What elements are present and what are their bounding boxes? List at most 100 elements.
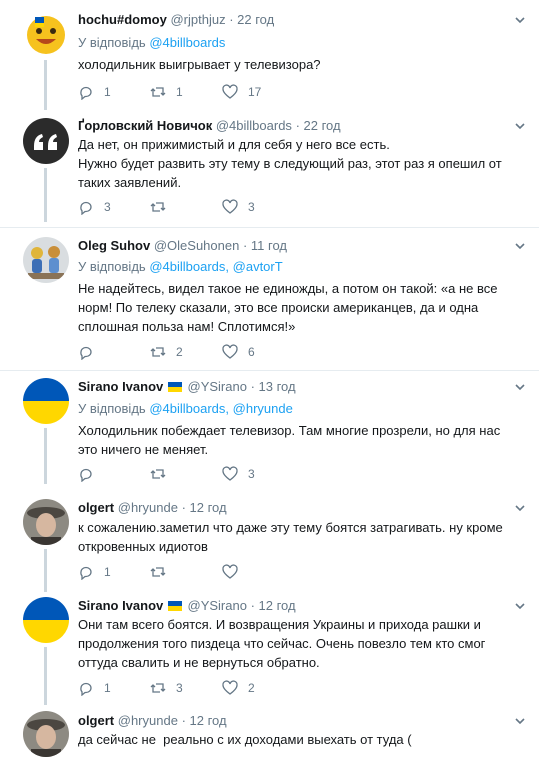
ukraine-flag-icon [167, 382, 182, 392]
retweet-button[interactable]: 1 [150, 84, 183, 100]
reply-count: 1 [104, 565, 111, 579]
reply-count: 3 [104, 200, 111, 214]
author-name[interactable]: Sirano Ivanov [78, 598, 163, 613]
avatar[interactable] [23, 11, 69, 57]
thread-line [44, 428, 47, 484]
timestamp[interactable]: · 22 год [296, 118, 341, 133]
retweet-count: 1 [176, 85, 183, 99]
like-button[interactable]: 17 [222, 84, 261, 100]
avatar[interactable] [23, 118, 69, 164]
author-handle[interactable]: @YSirano [188, 379, 247, 394]
tweet-text: да сейчас не реально с их доходами выеха… [78, 732, 412, 747]
divider [0, 370, 539, 371]
like-count: 17 [248, 85, 262, 99]
mention-link[interactable]: @avtorT [233, 259, 283, 274]
author-name[interactable]: hochu#domoy [78, 12, 167, 27]
chevron-down-icon[interactable] [514, 502, 526, 514]
reply-button[interactable] [78, 466, 104, 482]
mention-link[interactable]: @4billboards [149, 35, 225, 50]
tweet-header: Sirano Ivanov @YSirano · 13 год [78, 379, 296, 394]
chevron-down-icon[interactable] [514, 715, 526, 727]
avatar[interactable] [23, 378, 69, 424]
author-handle[interactable]: @OleSuhonen [154, 238, 239, 253]
timestamp[interactable]: · 12 год [182, 500, 227, 515]
author-handle[interactable]: @4billboards [216, 118, 292, 133]
reply-icon [80, 566, 92, 580]
chevron-down-icon[interactable] [514, 600, 526, 612]
like-count: 2 [248, 681, 255, 695]
chevron-down-icon[interactable] [514, 381, 526, 393]
heart-icon [222, 344, 238, 359]
tweet-text: к сожалению.заметил что даже эту тему бо… [78, 520, 503, 554]
reply-icon [80, 682, 92, 696]
tweet-header: Ґорловский Новичок @4billboards · 22 год [78, 118, 341, 133]
mention-link[interactable]: @4billboards [149, 401, 225, 416]
divider [0, 227, 539, 228]
chevron-down-icon[interactable] [514, 240, 526, 252]
timestamp[interactable]: · 12 год [251, 598, 296, 613]
timestamp[interactable]: · 11 год [243, 238, 287, 253]
avatar[interactable] [23, 597, 69, 643]
avatar[interactable] [23, 237, 69, 283]
timestamp[interactable]: · 13 год [251, 379, 296, 394]
avatar[interactable] [23, 499, 69, 545]
author-handle[interactable]: @YSirano [188, 598, 247, 613]
tweet-text: холодильник выигрывает у телевизора? [78, 57, 321, 72]
retweet-icon [150, 202, 166, 212]
like-button[interactable]: 3 [222, 199, 255, 215]
author-handle[interactable]: @hryunde [118, 500, 178, 515]
thread-line [44, 647, 47, 705]
like-button[interactable]: 6 [222, 344, 255, 360]
like-button[interactable] [222, 564, 248, 580]
timestamp[interactable]: · 22 год [229, 12, 274, 27]
retweet-button[interactable]: 2 [150, 344, 183, 360]
retweet-button[interactable] [150, 199, 176, 215]
like-button[interactable]: 2 [222, 680, 255, 696]
reply-count: 1 [104, 681, 111, 695]
reply-icon [80, 201, 92, 215]
reply-context: У відповідь @4billboards [78, 35, 225, 50]
chevron-down-icon[interactable] [514, 120, 526, 132]
author-name[interactable]: olgert [78, 500, 114, 515]
retweet-button[interactable] [150, 564, 176, 580]
tweet-header: olgert @hryunde · 12 год [78, 713, 227, 728]
reply-button[interactable]: 1 [78, 84, 111, 100]
timestamp[interactable]: · 12 год [182, 713, 227, 728]
tweet-text: Холодильник побеждает телевизор. Там мно… [78, 423, 501, 457]
heart-icon [222, 564, 238, 579]
like-button[interactable]: 3 [222, 466, 255, 482]
reply-context: У відповідь @4billboards, @hryunde [78, 401, 293, 416]
author-name[interactable]: Oleg Suhov [78, 238, 150, 253]
mention-link[interactable]: @hryunde [233, 401, 293, 416]
reply-context: У відповідь @4billboards, @avtorT [78, 259, 283, 274]
chevron-down-icon[interactable] [514, 14, 526, 26]
avatar[interactable] [23, 711, 69, 757]
retweet-icon [150, 87, 166, 97]
retweet-icon [150, 347, 166, 357]
author-handle[interactable]: @rjpthjuz [170, 12, 225, 27]
heart-icon [222, 466, 238, 481]
reply-button[interactable]: 1 [78, 564, 111, 580]
tweet-header: Oleg Suhov @OleSuhonen · 11 год [78, 238, 287, 253]
author-name[interactable]: olgert [78, 713, 114, 728]
reply-button[interactable] [78, 344, 104, 360]
retweet-icon [150, 567, 166, 577]
retweet-icon [150, 469, 166, 479]
retweet-button[interactable]: 3 [150, 680, 183, 696]
author-name[interactable]: Ґорловский Новичок [78, 118, 212, 133]
author-name[interactable]: Sirano Ivanov [78, 379, 163, 394]
reply-button[interactable]: 1 [78, 680, 111, 696]
mention-link[interactable]: @4billboards [149, 259, 225, 274]
tweet-text: Да нет, он прижимистый и для себя у него… [78, 137, 502, 190]
like-count: 3 [248, 467, 255, 481]
reply-prefix: У відповідь [78, 259, 146, 274]
heart-icon [222, 680, 238, 695]
reply-icon [80, 86, 92, 100]
reply-separator: , [225, 259, 230, 274]
reply-button[interactable]: 3 [78, 199, 111, 215]
retweet-count: 3 [176, 681, 183, 695]
like-count: 3 [248, 200, 255, 214]
heart-icon [222, 199, 238, 214]
retweet-button[interactable] [150, 466, 176, 482]
author-handle[interactable]: @hryunde [118, 713, 178, 728]
